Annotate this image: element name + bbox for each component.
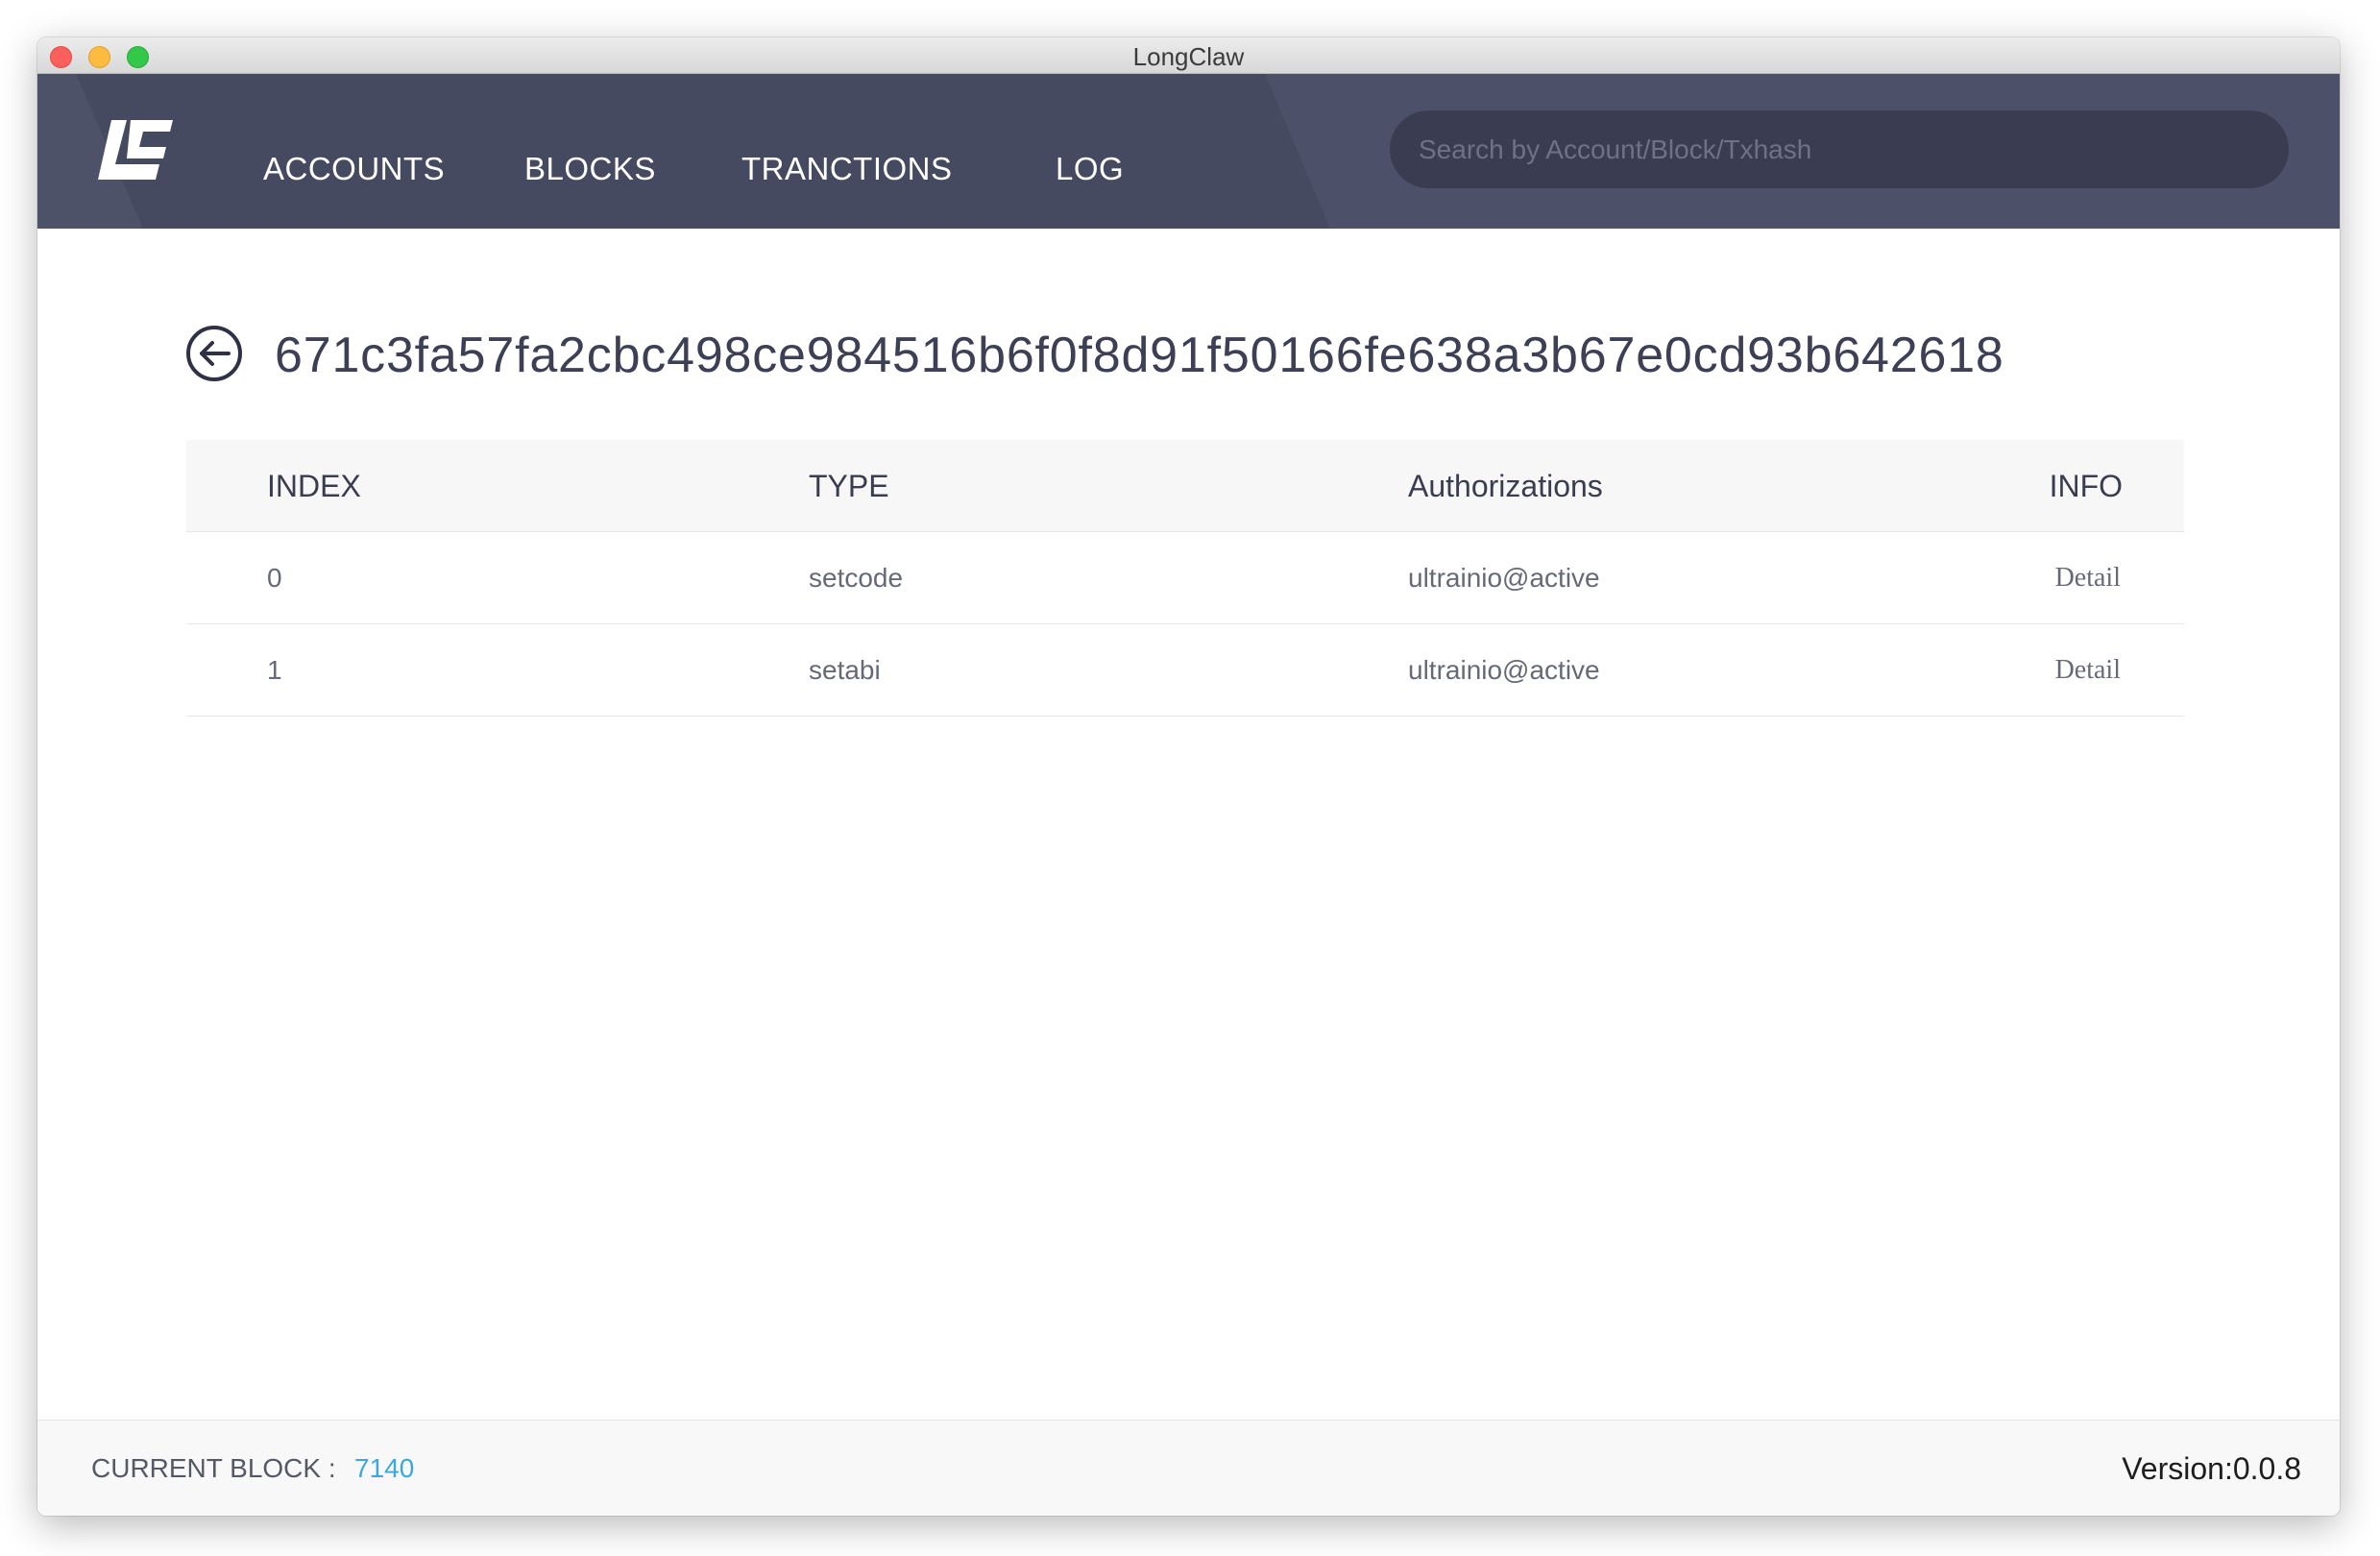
row-index: 1 xyxy=(267,655,282,685)
detail-link[interactable]: Detail xyxy=(2055,532,2121,624)
nav-blocks[interactable]: BLOCKS xyxy=(524,151,656,187)
table-row: 0 setcode ultrainio@active Detail xyxy=(186,532,2184,624)
detail-link[interactable]: Detail xyxy=(2055,624,2121,717)
row-authorization: ultrainio@active xyxy=(1408,563,1600,593)
table-header: INDEX TYPE Authorizations INFO xyxy=(186,440,2184,532)
transaction-hash-title: 671c3fa57fa2cbc498ce984516b6f0f8d91f5016… xyxy=(275,328,2004,383)
table-row: 1 setabi ultrainio@active Detail xyxy=(186,624,2184,717)
status-footer: CURRENT BLOCK : 7140 Version:0.0.8 xyxy=(37,1420,2340,1516)
column-header-index: INDEX xyxy=(267,469,361,503)
row-type: setcode xyxy=(809,563,904,593)
version-label: Version:0.0.8 xyxy=(2122,1451,2301,1486)
current-block-label: CURRENT BLOCK : xyxy=(91,1453,336,1483)
actions-table: INDEX TYPE Authorizations INFO 0 setcode… xyxy=(186,440,2184,717)
row-index: 0 xyxy=(267,563,282,593)
top-nav-header: ACCOUNTS BLOCKS TRANCTIONS LOG xyxy=(37,74,2340,229)
column-header-info: INFO xyxy=(2049,469,2123,503)
row-authorization: ultrainio@active xyxy=(1408,655,1600,685)
nav-log[interactable]: LOG xyxy=(1056,151,1124,187)
back-arrow-icon[interactable] xyxy=(185,325,243,382)
app-window: LongClaw ACCOUNTS BLOCKS TRANCTIONS LOG … xyxy=(37,37,2340,1516)
nav-transactions[interactable]: TRANCTIONS xyxy=(741,151,953,187)
window-title: LongClaw xyxy=(1132,42,1245,71)
main-content: 671c3fa57fa2cbc498ce984516b6f0f8d91f5016… xyxy=(37,229,2340,1420)
title-bar: LongClaw xyxy=(37,37,2340,74)
row-type: setabi xyxy=(809,655,881,685)
search-box xyxy=(1390,110,2289,188)
search-input[interactable] xyxy=(1390,110,2289,188)
column-header-authorizations: Authorizations xyxy=(1408,469,1603,503)
current-block-value: 7140 xyxy=(354,1453,415,1483)
longclaw-logo-icon xyxy=(98,120,173,180)
column-header-type: TYPE xyxy=(809,469,889,503)
nav-accounts[interactable]: ACCOUNTS xyxy=(263,151,445,187)
